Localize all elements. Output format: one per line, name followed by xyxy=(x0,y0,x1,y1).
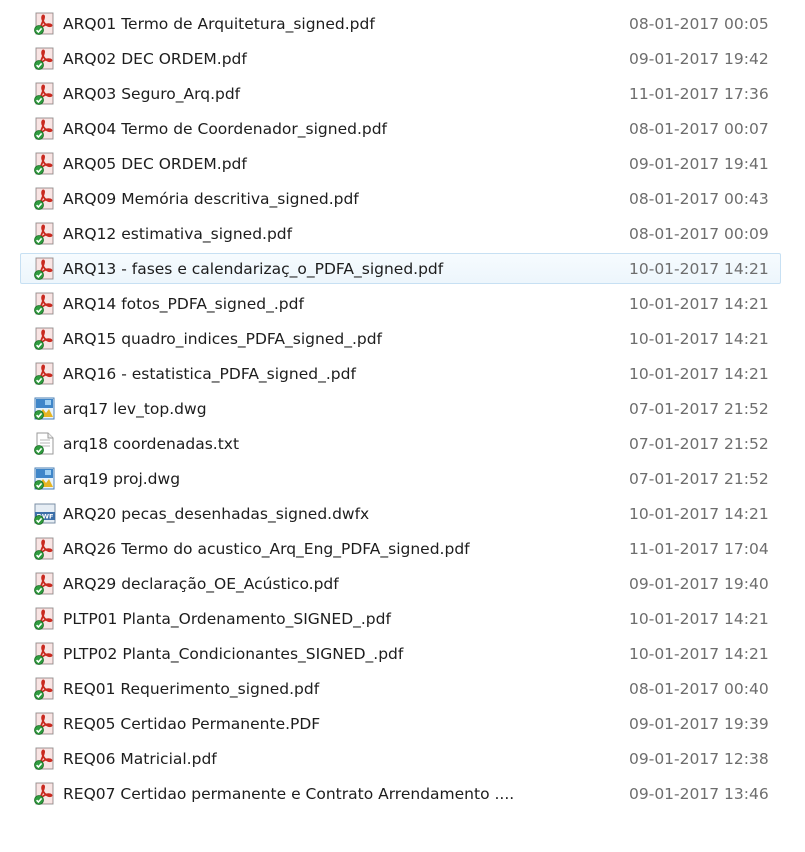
file-row[interactable]: arq17 lev_top.dwg 07-01-2017 21:52 xyxy=(20,393,781,424)
file-row[interactable]: ARQ04 Termo de Coordenador_signed.pdf 08-… xyxy=(20,113,781,144)
pdf-icon xyxy=(33,572,57,596)
file-date-modified: 11-01-2017 17:04 xyxy=(629,539,769,558)
file-row[interactable]: ARQ14 fotos_PDFA_signed_.pdf 10-01-2017 1… xyxy=(20,288,781,319)
pdf-icon xyxy=(33,362,57,386)
file-date-modified: 11-01-2017 17:36 xyxy=(629,84,769,103)
file-name: REQ05 Certidao Permanente.PDF xyxy=(63,714,321,733)
file-row[interactable]: ARQ15 quadro_indices_PDFA_signed_.pdf 10-… xyxy=(20,323,781,354)
file-row[interactable]: arq19 proj.dwg 07-01-2017 21:52 xyxy=(20,463,781,494)
file-date-modified: 08-01-2017 00:09 xyxy=(629,224,769,243)
file-name: PLTP02 Planta_Condicionantes_SIGNED_.pdf xyxy=(63,644,404,663)
file-row[interactable]: arq18 coordenadas.txt 07-01-2017 21:52 xyxy=(20,428,781,459)
file-row[interactable]: ARQ26 Termo do acustico_Arq_Eng_PDFA_sig… xyxy=(20,533,781,564)
pdf-icon xyxy=(33,82,57,106)
pdf-icon xyxy=(33,257,57,281)
file-row[interactable]: ARQ05 DEC ORDEM.pdf 09-01-2017 19:41 xyxy=(20,148,781,179)
file-name: ARQ14 fotos_PDFA_signed_.pdf xyxy=(63,294,304,313)
pdf-icon xyxy=(33,677,57,701)
file-name: ARQ01 Termo de Arquitetura_signed.pdf xyxy=(63,14,375,33)
file-date-modified: 10-01-2017 14:21 xyxy=(629,294,769,313)
file-row[interactable]: REQ07 Certidao permanente e Contrato Arr… xyxy=(20,778,781,809)
dwg-icon xyxy=(33,467,57,491)
file-date-modified: 08-01-2017 00:43 xyxy=(629,189,769,208)
file-name: PLTP01 Planta_Ordenamento_SIGNED_.pdf xyxy=(63,609,391,628)
file-date-modified: 08-01-2017 00:40 xyxy=(629,679,769,698)
file-date-modified: 09-01-2017 19:39 xyxy=(629,714,769,733)
pdf-icon xyxy=(33,327,57,351)
pdf-icon xyxy=(33,47,57,71)
file-name: ARQ26 Termo do acustico_Arq_Eng_PDFA_sig… xyxy=(63,539,470,558)
pdf-icon xyxy=(33,712,57,736)
file-date-modified: 09-01-2017 19:42 xyxy=(629,49,769,68)
file-name: ARQ03 Seguro_Arq.pdf xyxy=(63,84,241,103)
pdf-icon xyxy=(33,607,57,631)
file-row[interactable]: DWF ARQ20 pecas_desenhadas_signed.dwfx 10… xyxy=(20,498,781,529)
pdf-icon xyxy=(33,642,57,666)
file-name: REQ07 Certidao permanente e Contrato Arr… xyxy=(63,784,515,803)
file-row[interactable]: ARQ09 Memória descritiva_signed.pdf 08-01… xyxy=(20,183,781,214)
file-name: ARQ09 Memória descritiva_signed.pdf xyxy=(63,189,359,208)
file-date-modified: 09-01-2017 12:38 xyxy=(629,749,769,768)
file-name: ARQ29 declaração_OE_Acústico.pdf xyxy=(63,574,339,593)
file-name: REQ06 Matricial.pdf xyxy=(63,749,217,768)
file-name: ARQ02 DEC ORDEM.pdf xyxy=(63,49,247,68)
pdf-icon xyxy=(33,537,57,561)
file-name: ARQ13 - fases e calendarizaç_o_PDFA_sign… xyxy=(63,259,444,278)
file-name: arq17 lev_top.dwg xyxy=(63,399,207,418)
file-name: ARQ04 Termo de Coordenador_signed.pdf xyxy=(63,119,388,138)
file-row[interactable]: ARQ02 DEC ORDEM.pdf 09-01-2017 19:42 xyxy=(20,43,781,74)
file-row[interactable]: REQ05 Certidao Permanente.PDF 09-01-2017 … xyxy=(20,708,781,739)
file-list: ARQ01 Termo de Arquitetura_signed.pdf 08-… xyxy=(0,0,805,852)
dwfx-icon: DWF xyxy=(33,502,57,526)
file-row[interactable]: ARQ01 Termo de Arquitetura_signed.pdf 08-… xyxy=(20,8,781,39)
file-date-modified: 09-01-2017 13:46 xyxy=(629,784,769,803)
file-date-modified: 07-01-2017 21:52 xyxy=(629,469,769,488)
file-name: ARQ12 estimativa_signed.pdf xyxy=(63,224,293,243)
file-date-modified: 07-01-2017 21:52 xyxy=(629,399,769,418)
pdf-icon xyxy=(33,222,57,246)
file-row[interactable]: ARQ29 declaração_OE_Acústico.pdf 09-01-20… xyxy=(20,568,781,599)
pdf-icon xyxy=(33,747,57,771)
dwg-icon xyxy=(33,397,57,421)
pdf-icon xyxy=(33,117,57,141)
file-name: ARQ15 quadro_indices_PDFA_signed_.pdf xyxy=(63,329,383,348)
file-date-modified: 10-01-2017 14:21 xyxy=(629,609,769,628)
file-row[interactable]: PLTP02 Planta_Condicionantes_SIGNED_.pdf… xyxy=(20,638,781,669)
file-date-modified: 08-01-2017 00:07 xyxy=(629,119,769,138)
txt-icon xyxy=(33,432,57,456)
file-date-modified: 10-01-2017 14:21 xyxy=(629,644,769,663)
file-row[interactable]: ARQ03 Seguro_Arq.pdf 11-01-2017 17:36 xyxy=(20,78,781,109)
file-name: ARQ16 - estatistica_PDFA_signed_.pdf xyxy=(63,364,356,383)
file-name: REQ01 Requerimento_signed.pdf xyxy=(63,679,320,698)
pdf-icon xyxy=(33,782,57,806)
file-name: ARQ05 DEC ORDEM.pdf xyxy=(63,154,247,173)
file-date-modified: 09-01-2017 19:41 xyxy=(629,154,769,173)
file-row[interactable]: REQ06 Matricial.pdf 09-01-2017 12:38 xyxy=(20,743,781,774)
pdf-icon xyxy=(33,12,57,36)
file-row[interactable]: PLTP01 Planta_Ordenamento_SIGNED_.pdf 10-… xyxy=(20,603,781,634)
file-date-modified: 09-01-2017 19:40 xyxy=(629,574,769,593)
pdf-icon xyxy=(33,292,57,316)
file-name: arq19 proj.dwg xyxy=(63,469,181,488)
file-date-modified: 10-01-2017 14:21 xyxy=(629,329,769,348)
file-name: ARQ20 pecas_desenhadas_signed.dwfx xyxy=(63,504,370,523)
file-row[interactable]: ARQ16 - estatistica_PDFA_signed_.pdf 10-0… xyxy=(20,358,781,389)
file-name: arq18 coordenadas.txt xyxy=(63,434,240,453)
pdf-icon xyxy=(33,187,57,211)
file-date-modified: 07-01-2017 21:52 xyxy=(629,434,769,453)
file-date-modified: 10-01-2017 14:21 xyxy=(629,364,769,383)
file-date-modified: 08-01-2017 00:05 xyxy=(629,14,769,33)
file-row[interactable]: REQ01 Requerimento_signed.pdf 08-01-2017 … xyxy=(20,673,781,704)
file-date-modified: 10-01-2017 14:21 xyxy=(629,259,769,278)
file-row[interactable]: ARQ12 estimativa_signed.pdf 08-01-2017 00… xyxy=(20,218,781,249)
file-date-modified: 10-01-2017 14:21 xyxy=(629,504,769,523)
file-row[interactable]: ARQ13 - fases e calendarizaç_o_PDFA_sign… xyxy=(20,253,781,284)
pdf-icon xyxy=(33,152,57,176)
